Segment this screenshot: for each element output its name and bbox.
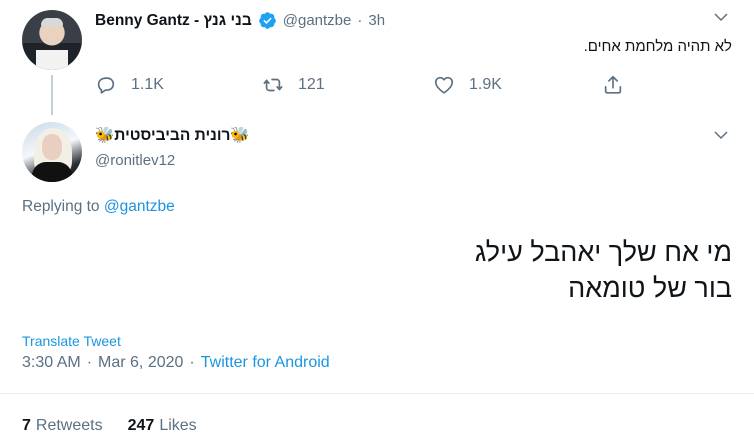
- stats-divider: [0, 393, 754, 394]
- like-count: 1.9K: [469, 76, 502, 93]
- like-button[interactable]: 1.9K: [433, 74, 502, 96]
- tweet1-handle[interactable]: @gantzbe: [283, 12, 352, 29]
- share-icon: [604, 75, 622, 94]
- tweet1-display-name[interactable]: Benny Gantz - בני גנץ: [95, 12, 252, 30]
- reply-button[interactable]: 1.1K: [95, 74, 164, 96]
- verified-badge-icon: [258, 12, 276, 29]
- meta-dot-1: ·: [86, 354, 93, 371]
- tweet2-more-chevron-down-icon[interactable]: [712, 126, 730, 149]
- thread-connector-line: [51, 75, 53, 115]
- tweet2-stats: 7 Retweets 247 Likes: [22, 417, 197, 435]
- tweet2-handle[interactable]: @ronitlev12: [95, 152, 175, 169]
- tweet1-separator: ·: [357, 12, 363, 29]
- retweets-label[interactable]: Retweets: [36, 417, 103, 435]
- tweet2-meta: 3:30 AM · Mar 6, 2020 · Twitter for Andr…: [22, 354, 330, 372]
- tweet2-display-name[interactable]: 🐝רונית הביביסטית🐝: [95, 126, 250, 145]
- retweet-icon: [263, 78, 283, 92]
- likes-count[interactable]: 247: [128, 417, 155, 435]
- reply-count: 1.1K: [131, 76, 164, 93]
- gantz-avatar[interactable]: [22, 10, 82, 70]
- tweet2-client-link[interactable]: Twitter for Android: [201, 354, 330, 372]
- share-button[interactable]: [602, 74, 624, 96]
- retweet-count: 121: [298, 76, 325, 93]
- tweet1-header: Benny Gantz - בני גנץ @gantzbe · 3h: [95, 11, 385, 30]
- tweet2-text-line1: מי אח שלך יאהבל עילג: [474, 237, 732, 267]
- tweet2-text: מי אח שלך יאהבל עילג בור של טומאה: [475, 234, 732, 306]
- replying-to: Replying to @gantzbe: [22, 198, 175, 216]
- reply-icon: [97, 77, 115, 94]
- tweet2-text-line2: בור של טומאה: [568, 273, 732, 303]
- meta-dot-2: ·: [189, 354, 195, 371]
- retweets-count[interactable]: 7: [22, 417, 31, 435]
- retweet-button[interactable]: 121: [262, 74, 325, 96]
- tweet1-text: לא תהיה מלחמת אחים.: [583, 38, 732, 55]
- replying-handle-link[interactable]: @gantzbe: [104, 198, 175, 215]
- replying-label: Replying to: [22, 198, 100, 215]
- tweet2-time[interactable]: 3:30 AM: [22, 354, 81, 372]
- tweet2-date[interactable]: Mar 6, 2020: [98, 354, 183, 372]
- likes-label[interactable]: Likes: [159, 417, 196, 435]
- translate-tweet-link[interactable]: Translate Tweet: [22, 333, 121, 349]
- tweet1-timestamp[interactable]: 3h: [368, 12, 385, 29]
- ronit-avatar[interactable]: [22, 122, 82, 182]
- heart-icon: [434, 76, 454, 94]
- tweet1-more-chevron-down-icon[interactable]: [712, 8, 730, 31]
